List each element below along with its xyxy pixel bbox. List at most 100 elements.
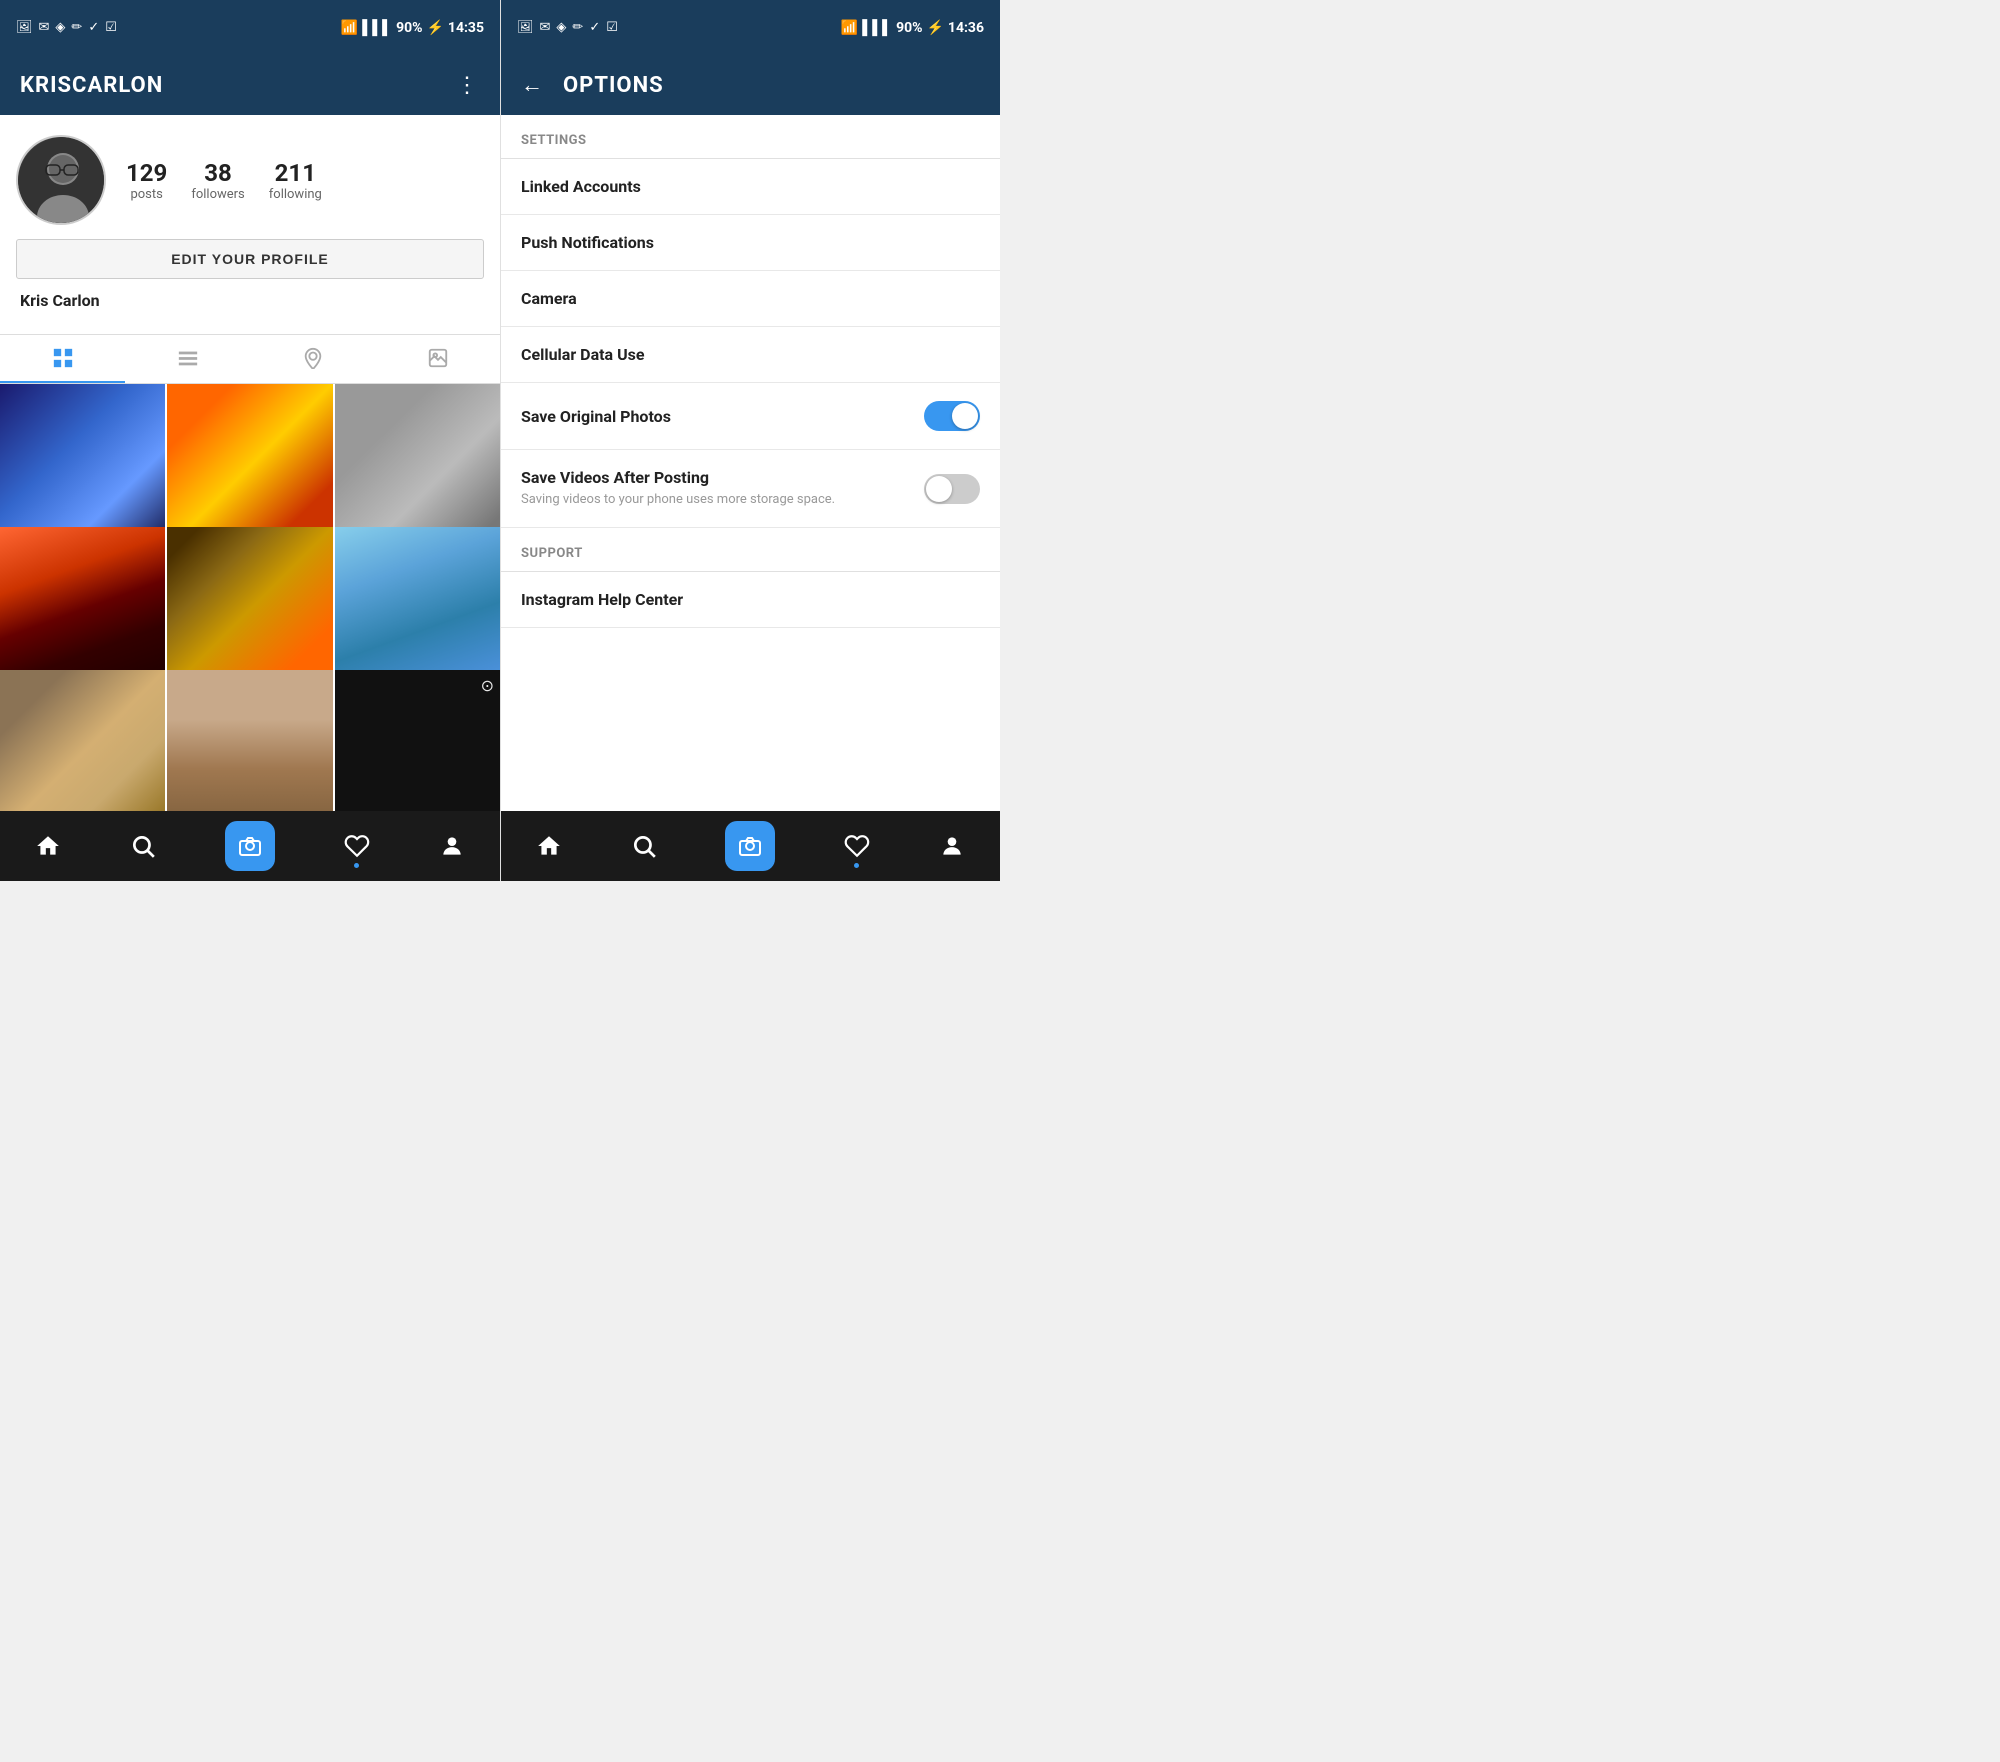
photo-3[interactable] (335, 384, 500, 549)
r-camera-button[interactable] (725, 821, 775, 871)
grid-view-tab[interactable] (0, 335, 125, 383)
photo-grid: ⊙ (0, 384, 500, 811)
save-original-photos-label: Save Original Photos (521, 407, 671, 426)
r-wifi-icon: 📶 (841, 20, 858, 36)
video-badge: ⊙ (481, 676, 494, 695)
r-shazam-icon: ◈ (556, 20, 566, 35)
edit-icon: ✏ (71, 20, 82, 35)
left-app-header: KRISCARLON ⋮ (0, 55, 500, 115)
shazam-icon: ◈ (55, 20, 65, 35)
stats-row: 129 posts 38 followers 211 following (126, 159, 322, 202)
r-photo-icon: 🖼 (517, 20, 534, 35)
photo-9[interactable]: ⊙ (335, 670, 500, 811)
followers-stat[interactable]: 38 followers (191, 159, 244, 202)
following-label: following (269, 187, 322, 202)
linked-accounts-label: Linked Accounts (521, 177, 641, 196)
photo-2[interactable] (167, 384, 332, 549)
save-videos-toggle[interactable] (924, 474, 980, 504)
mail-icon: ✉ (39, 20, 50, 35)
camera-button[interactable] (225, 821, 275, 871)
heart-notification-dot (354, 863, 359, 868)
following-count: 211 (275, 159, 316, 187)
home-icon (34, 832, 62, 860)
battery-percent: 90% (396, 20, 422, 36)
nav-camera[interactable] (225, 821, 275, 871)
cellular-data-item[interactable]: Cellular Data Use (501, 327, 1000, 383)
save-videos-label: Save Videos After Posting (521, 468, 709, 487)
heart-icon (343, 832, 371, 860)
search-icon (129, 832, 157, 860)
push-notifications-item[interactable]: Push Notifications (501, 215, 1000, 271)
followers-count: 38 (204, 159, 232, 187)
nav-profile[interactable] (438, 832, 466, 860)
right-status-icons: 🖼 ✉ ◈ ✏ ✓ ☑ (517, 20, 618, 35)
more-button[interactable]: ⋮ (456, 73, 480, 98)
view-tabs (0, 334, 500, 384)
nav-heart[interactable] (343, 832, 371, 860)
r-nav-profile[interactable] (938, 832, 966, 860)
profile-section: 129 posts 38 followers 211 following EDI… (0, 115, 500, 320)
save-original-toggle[interactable] (924, 401, 980, 431)
photo-icon: 🖼 (16, 20, 33, 35)
camera-label: Camera (521, 289, 577, 308)
r-profile-icon (938, 832, 966, 860)
settings-content: SETTINGS Linked Accounts Push Notificati… (501, 115, 1000, 811)
right-panel: 🖼 ✉ ◈ ✏ ✓ ☑ 📶 ▌▌▌ 90% ⚡ 14:36 ← OPTIONS … (500, 0, 1000, 881)
right-bottom-nav (501, 811, 1000, 881)
right-status-right: 📶 ▌▌▌ 90% ⚡ 14:36 (841, 19, 984, 36)
r-heart-dot (854, 863, 859, 868)
posts-stat: 129 posts (126, 159, 167, 202)
save-original-photos-item[interactable]: Save Original Photos (501, 383, 1000, 450)
help-center-item[interactable]: Instagram Help Center (501, 572, 1000, 628)
settings-section-header: SETTINGS (501, 115, 1000, 158)
r-nav-search[interactable] (630, 832, 658, 860)
linked-accounts-item[interactable]: Linked Accounts (501, 159, 1000, 215)
options-title: OPTIONS (563, 73, 664, 98)
r-check-icon: ✓ (589, 20, 600, 35)
photo-8[interactable] (167, 670, 332, 811)
photo-4[interactable] (0, 527, 165, 692)
camera-item[interactable]: Camera (501, 271, 1000, 327)
check2-icon: ☑ (105, 20, 117, 35)
photo-5[interactable] (167, 527, 332, 692)
r-edit-icon: ✏ (572, 20, 583, 35)
r-nav-camera[interactable] (725, 821, 775, 871)
toggle-knob-on (952, 403, 978, 429)
r-home-icon (535, 832, 563, 860)
r-search-icon (630, 832, 658, 860)
nav-search[interactable] (129, 832, 157, 860)
photo-6[interactable] (335, 527, 500, 692)
r-nav-heart[interactable] (843, 832, 871, 860)
app-title: KRISCARLON (20, 73, 163, 98)
left-time: 14:35 (448, 20, 484, 36)
nav-home[interactable] (34, 832, 62, 860)
signal-icon: ▌▌▌ (362, 19, 392, 36)
following-stat[interactable]: 211 following (269, 159, 322, 202)
profile-top: 129 posts 38 followers 211 following (16, 135, 484, 225)
r-signal-icon: ▌▌▌ (862, 19, 892, 36)
battery-icon: ⚡ (426, 20, 443, 36)
back-button[interactable]: ← (521, 72, 543, 98)
left-status-bar: 🖼 ✉ ◈ ✏ ✓ ☑ 📶 ▌▌▌ 90% ⚡ 14:35 (0, 0, 500, 55)
check-icon: ✓ (88, 20, 99, 35)
save-videos-item[interactable]: Save Videos After Posting Saving videos … (501, 450, 1000, 528)
r-nav-home[interactable] (535, 832, 563, 860)
push-notifications-label: Push Notifications (521, 233, 654, 252)
posts-count: 129 (126, 159, 167, 187)
photo-1[interactable] (0, 384, 165, 549)
posts-label: posts (130, 187, 162, 202)
photo-7[interactable] (0, 670, 165, 811)
avatar (16, 135, 106, 225)
location-view-tab[interactable] (250, 335, 375, 383)
r-heart-icon (843, 832, 871, 860)
followers-label: followers (191, 187, 244, 202)
r-battery-percent: 90% (896, 20, 922, 36)
tagged-view-tab[interactable] (375, 335, 500, 383)
list-view-tab[interactable] (125, 335, 250, 383)
edit-profile-button[interactable]: EDIT YOUR PROFILE (16, 239, 484, 279)
help-center-label: Instagram Help Center (521, 590, 683, 609)
left-bottom-nav (0, 811, 500, 881)
r-mail-icon: ✉ (540, 20, 551, 35)
wifi-icon: 📶 (341, 20, 358, 36)
r-battery-icon: ⚡ (926, 20, 943, 36)
